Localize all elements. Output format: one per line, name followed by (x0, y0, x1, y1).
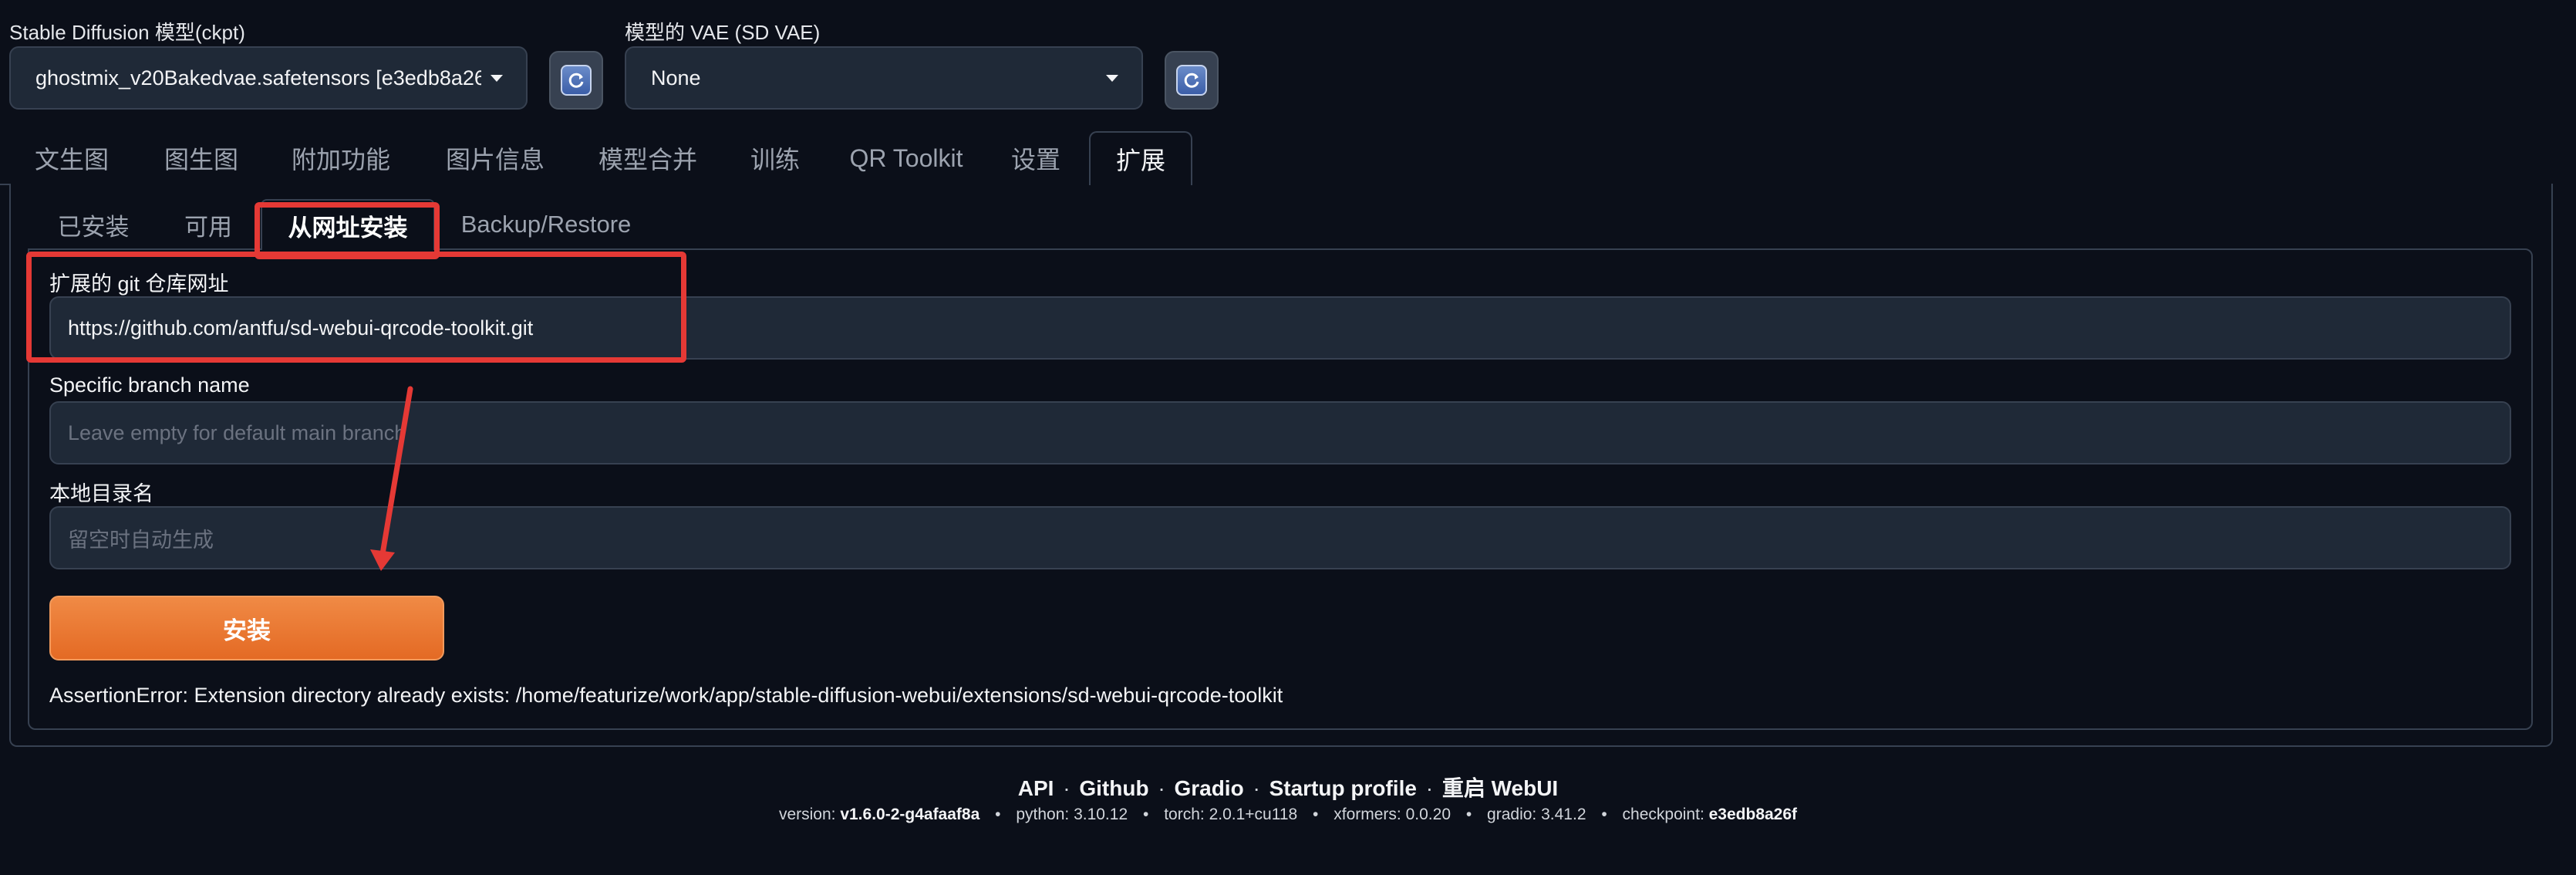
annotation-arrow (370, 386, 413, 571)
